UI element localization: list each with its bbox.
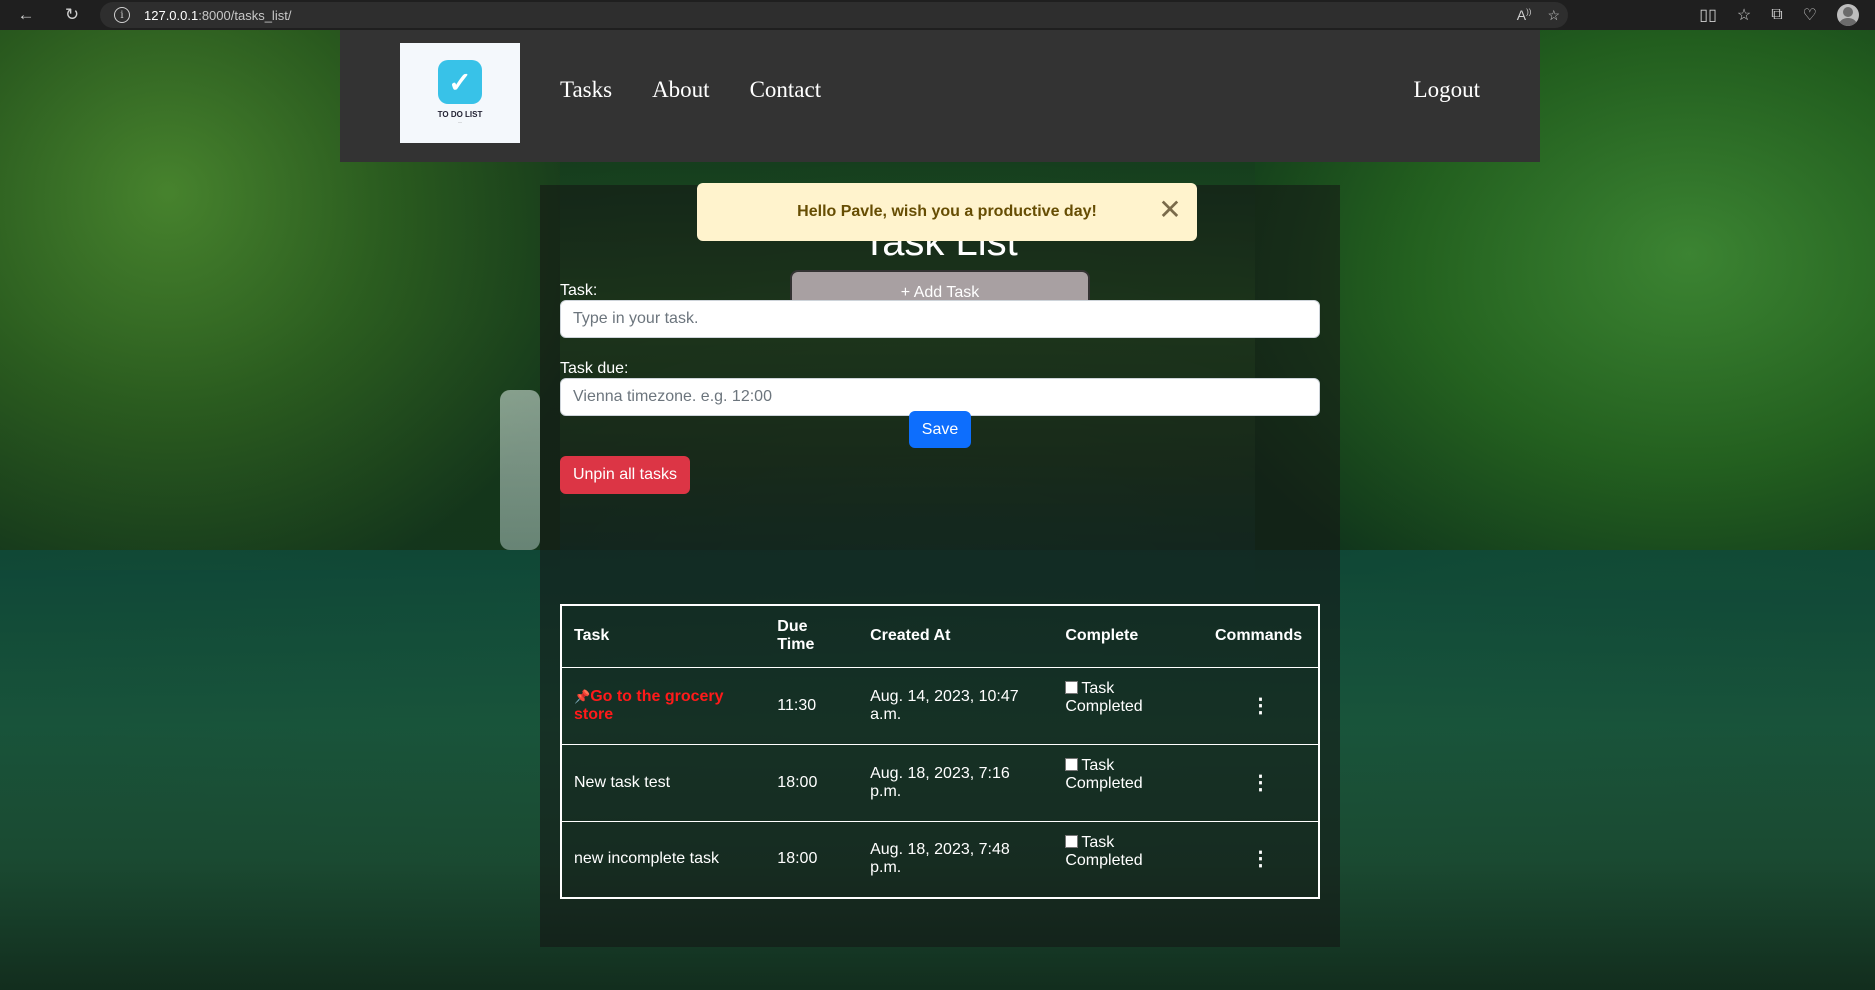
favorites-icon[interactable]: ☆ bbox=[1737, 5, 1751, 25]
more-options-icon[interactable]: ⋮ bbox=[1215, 773, 1306, 793]
more-options-icon[interactable]: ⋮ bbox=[1215, 849, 1306, 869]
created-cell: Aug. 18, 2023, 7:48 p.m. bbox=[870, 841, 1010, 877]
complete-cell: Task Completed bbox=[1053, 744, 1203, 822]
task-cell: New task test bbox=[561, 744, 766, 822]
logo[interactable]: ✓ TO DO LIST — bbox=[400, 43, 520, 143]
back-arrow-icon[interactable]: ← bbox=[12, 1, 40, 29]
table-row: new incomplete task 18:00 Aug. 18, 2023,… bbox=[561, 821, 1319, 898]
tasks-table: Task Due Time Created At Complete Comman… bbox=[560, 604, 1320, 899]
site-info-icon[interactable]: i bbox=[114, 7, 130, 23]
task-input[interactable]: Type in your task. bbox=[560, 300, 1320, 338]
collections-icon[interactable]: ⧉ bbox=[1771, 6, 1782, 24]
task-title-pinned: Go to the grocery store bbox=[574, 687, 724, 723]
task-label: Task: bbox=[560, 282, 598, 299]
task-cell: 📌Go to the grocery store bbox=[561, 667, 766, 745]
save-button[interactable]: Save bbox=[909, 411, 971, 448]
split-screen-icon[interactable]: ▯▯ bbox=[1699, 5, 1717, 25]
read-aloud-icon[interactable]: A)) bbox=[1517, 7, 1532, 23]
page-background: ✓ TO DO LIST — Tasks About Contact Logou… bbox=[0, 30, 1875, 990]
reload-icon[interactable]: ↻ bbox=[58, 1, 86, 29]
header-task: Task bbox=[561, 605, 766, 668]
header-due-time: Due Time bbox=[765, 605, 859, 668]
nav-link-contact[interactable]: Contact bbox=[750, 77, 822, 103]
welcome-alert: Hello Pavle, wish you a productive day! … bbox=[697, 183, 1197, 241]
nav-link-about[interactable]: About bbox=[652, 77, 710, 103]
unpin-all-button[interactable]: Unpin all tasks bbox=[560, 456, 690, 494]
commands-cell: ⋮ bbox=[1203, 667, 1319, 745]
logo-text: TO DO LIST bbox=[437, 110, 483, 119]
complete-checkbox[interactable] bbox=[1065, 834, 1079, 848]
main-nav: Tasks About Contact bbox=[560, 30, 821, 150]
address-bar[interactable]: i 127.0.0.1:8000/tasks_list/ A)) ☆ bbox=[100, 2, 1568, 28]
table-row: 📌Go to the grocery store 11:30 Aug. 14, … bbox=[561, 667, 1319, 745]
header-created-at: Created At bbox=[858, 605, 1054, 668]
due-cell: 11:30 bbox=[765, 667, 859, 745]
commands-cell: ⋮ bbox=[1203, 821, 1319, 898]
alert-message: Hello Pavle, wish you a productive day! bbox=[797, 203, 1097, 220]
complete-checkbox[interactable] bbox=[1065, 680, 1079, 694]
logout-link[interactable]: Logout bbox=[1414, 30, 1480, 150]
task-cell: new incomplete task bbox=[574, 850, 719, 868]
task-due-label: Task due: bbox=[560, 360, 629, 377]
created-cell: Aug. 18, 2023, 7:16 p.m. bbox=[858, 744, 1054, 822]
more-options-icon[interactable]: ⋮ bbox=[1215, 696, 1306, 716]
url-host: 127.0.0.1 bbox=[144, 7, 199, 23]
browser-essentials-icon[interactable]: ♡ bbox=[1803, 5, 1817, 25]
header-complete: Complete bbox=[1053, 605, 1203, 668]
favorite-star-icon[interactable]: ☆ bbox=[1547, 7, 1560, 24]
browser-toolbar: ← ↻ i 127.0.0.1:8000/tasks_list/ A)) ☆ ▯… bbox=[0, 0, 1875, 30]
url-path: :8000/tasks_list/ bbox=[198, 7, 292, 23]
created-cell: Aug. 14, 2023, 10:47 a.m. bbox=[858, 667, 1054, 745]
complete-cell: Task Completed bbox=[1053, 821, 1203, 898]
close-icon[interactable]: ✕ bbox=[1157, 196, 1183, 224]
complete-checkbox[interactable] bbox=[1065, 757, 1079, 771]
header-commands: Commands bbox=[1203, 605, 1319, 668]
table-row: New task test 18:00 Aug. 18, 2023, 7:16 … bbox=[561, 744, 1319, 822]
pin-icon[interactable]: 📌 bbox=[574, 689, 590, 704]
checkmark-logo-icon: ✓ bbox=[438, 60, 482, 104]
background-waterfall bbox=[500, 390, 540, 550]
logo-subtext: — bbox=[458, 119, 462, 124]
due-cell: 18:00 bbox=[777, 850, 818, 868]
table-header-row: Task Due Time Created At Complete Comman… bbox=[561, 605, 1319, 668]
commands-cell: ⋮ bbox=[1203, 744, 1319, 822]
profile-avatar[interactable] bbox=[1837, 4, 1859, 26]
nav-link-tasks[interactable]: Tasks bbox=[560, 77, 612, 103]
complete-cell: Task Completed bbox=[1053, 667, 1203, 745]
due-cell: 18:00 bbox=[765, 744, 859, 822]
site-header: ✓ TO DO LIST — Tasks About Contact Logou… bbox=[340, 30, 1540, 162]
